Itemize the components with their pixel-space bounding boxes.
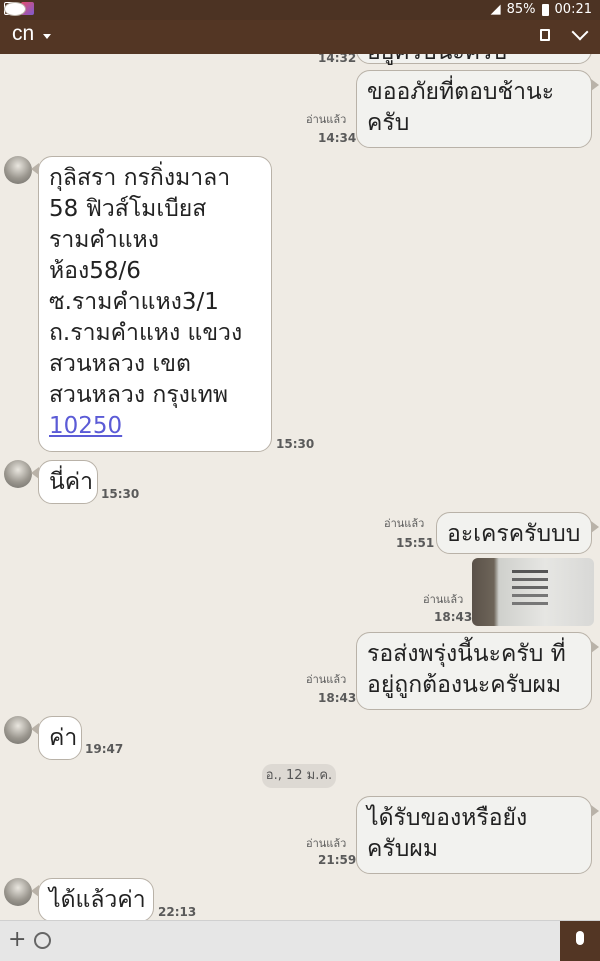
message-time: 15:30 [276, 437, 315, 451]
chevron-down-icon[interactable] [43, 34, 51, 39]
message-text: ครับ [367, 110, 410, 136]
chat-title[interactable]: cn [12, 22, 34, 46]
message-time: 22:13 [158, 905, 197, 919]
message-text: ถ.รามคำแหง แขวง [49, 320, 243, 346]
message-bubble[interactable]: ได้แล้วค่า [31, 878, 154, 920]
message-time: 15:51 [396, 536, 435, 550]
composer-bar: + [0, 920, 600, 961]
microphone-icon [576, 931, 584, 945]
line-app-icon [4, 2, 26, 16]
message-text: สวนหลวง เขต [49, 351, 191, 377]
message-text: อยู่ครับนะครับ [367, 54, 581, 68]
menu-chevron-icon[interactable] [571, 23, 589, 41]
message-time: 18:43 [434, 610, 473, 624]
plus-icon[interactable]: + [8, 929, 26, 951]
avatar[interactable] [4, 716, 32, 744]
message-bubble[interactable]: ได้รับของหรือยัง ครับผม [356, 796, 599, 874]
message-text: ห้อง58/6 [49, 258, 141, 284]
message-bubble[interactable]: อยู่ครับนะครับ [356, 54, 592, 65]
signal-icon: ◢ [490, 2, 501, 17]
read-receipt: อ่านแล้ว [384, 517, 425, 530]
message-bubble[interactable]: ขออภัยที่ตอบช้านะ ครับ [356, 70, 599, 148]
message-text: ครับผม [367, 836, 438, 862]
message-bubble[interactable]: รอส่งพรุ่งนี้นะครับ ที่ อยู่ถูกต้องนะครั… [356, 632, 599, 710]
status-bar: ◢ 85% 00:21 [0, 0, 600, 20]
notification-icons [4, 2, 34, 16]
notes-icon[interactable] [540, 29, 550, 41]
battery-percent: 85% [506, 2, 536, 17]
message-bubble[interactable]: นี่ค่า [31, 460, 98, 504]
message-time: 15:30 [101, 487, 140, 501]
message-time: 14:34 [318, 131, 357, 145]
status-time: 00:21 [554, 2, 592, 17]
message-bubble[interactable]: อะเครครับบบ [436, 512, 599, 554]
read-receipt: อ่านแล้ว [306, 673, 347, 686]
message-time: 21:59 [318, 853, 357, 867]
microphone-button[interactable] [560, 921, 600, 961]
message-time: 19:47 [85, 742, 124, 756]
message-time: 14:32 [318, 54, 357, 65]
message-time: 18:43 [318, 691, 357, 705]
read-receipt: อ่านแล้ว [306, 113, 347, 126]
message-text: นี่ค่า [49, 469, 94, 495]
message-text: ซ.รามคำแหง3/1 [49, 289, 219, 315]
message-text: รอส่งพรุ่งนี้นะครับ ที่ [367, 641, 566, 667]
battery-icon [541, 3, 549, 16]
message-text: ขออภัยที่ตอบช้านะ [367, 79, 555, 105]
message-text: ได้แล้วค่า [49, 887, 146, 913]
emoji-icon[interactable] [34, 932, 51, 949]
avatar[interactable] [4, 156, 32, 184]
avatar[interactable] [4, 878, 32, 906]
message-input[interactable] [62, 927, 556, 955]
message-text: อยู่ถูกต้องนะครับผม [367, 672, 562, 698]
photo-message[interactable] [472, 558, 594, 626]
message-text: ได้รับของหรือยัง [367, 805, 528, 831]
date-separator: อ., 12 ม.ค. [262, 764, 336, 788]
message-bubble[interactable]: กุลิสรา กรกิ่งมาลา 58 ฟิวส์โมเบียส รามคำ… [31, 156, 272, 452]
message-text: รามคำแหง [49, 227, 159, 253]
message-text: กุลิสรา กรกิ่งมาลา [49, 165, 231, 191]
chat-area: อยู่ครับนะครับ 14:32 อ่านแล้ว 14:34 ขออภ… [0, 54, 600, 920]
avatar[interactable] [4, 460, 32, 488]
message-bubble[interactable]: ค่า [31, 716, 82, 760]
chat-header: cn [0, 20, 600, 54]
message-text: อะเครครับบบ [447, 521, 581, 547]
message-text: สวนหลวง กรุงเทพ [49, 382, 229, 408]
message-text: ค่า [49, 725, 78, 751]
read-receipt: อ่านแล้ว [423, 593, 464, 606]
postcode-link[interactable]: 10250 [49, 411, 261, 442]
message-text: 58 ฟิวส์โมเบียส [49, 196, 207, 222]
read-receipt: อ่านแล้ว [306, 837, 347, 850]
